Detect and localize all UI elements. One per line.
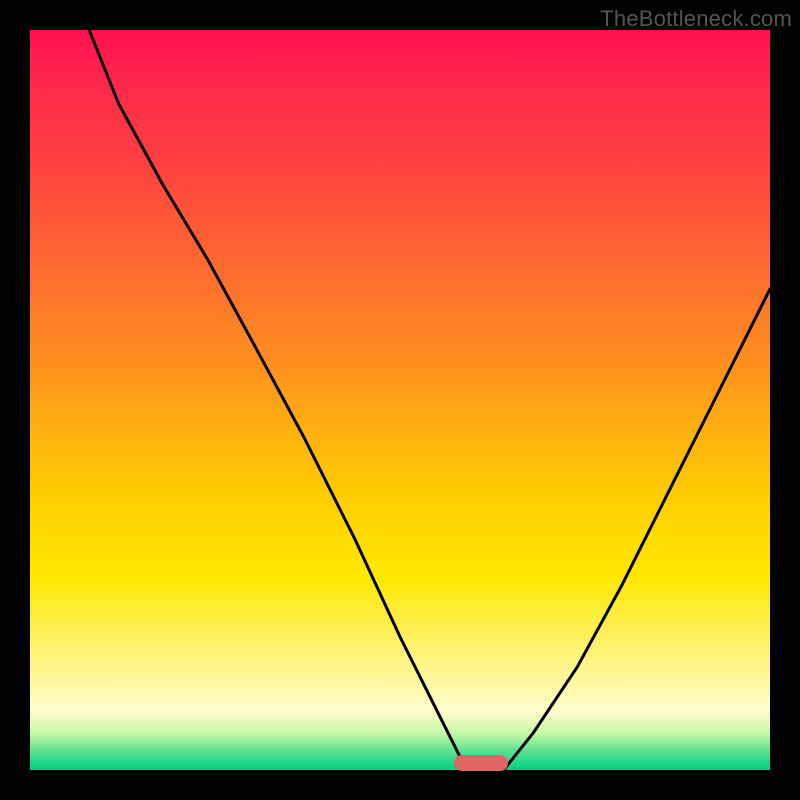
bottleneck-curve <box>30 30 770 770</box>
chart-frame: TheBottleneck.com <box>0 0 800 800</box>
watermark-text: TheBottleneck.com <box>600 6 792 32</box>
curve-path <box>89 30 770 770</box>
plot-area <box>30 30 770 770</box>
min-marker-pill <box>454 755 508 771</box>
